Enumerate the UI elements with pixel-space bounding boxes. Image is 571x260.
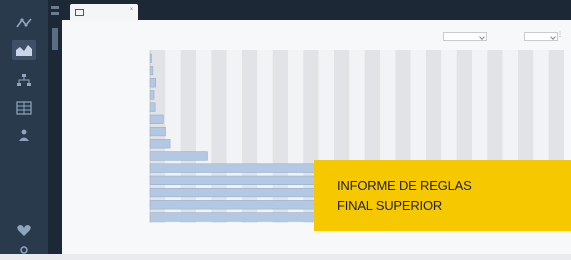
panel-vertical-label [52,28,58,50]
bar[interactable] [149,200,338,210]
left-nav-rail [0,0,48,254]
bar[interactable] [149,151,208,161]
bar[interactable] [149,139,171,149]
bar[interactable] [149,187,335,198]
settings-icon-glyph [20,246,28,254]
analytics-icon-glyph [16,45,32,56]
bar[interactable] [149,90,155,100]
heart-icon[interactable] [12,220,36,240]
settings-icon[interactable] [12,240,36,260]
heart-icon-glyph [17,225,31,236]
network-icon-glyph [16,18,32,28]
bar[interactable] [149,163,329,173]
promo-title-line1: INFORME DE REGLAS [337,178,472,193]
bar[interactable] [149,126,166,137]
panel-toggle[interactable] [51,6,59,9]
report-icon [75,8,84,16]
secondary-panel [48,0,62,254]
promo-overlay: INFORME DE REGLAS FINAL SUPERIOR [314,160,571,231]
bar[interactable] [149,175,332,185]
network-icon[interactable] [12,13,36,33]
bar[interactable] [149,114,164,124]
grid-icon-glyph [16,101,32,115]
user-network-icon[interactable] [12,125,36,145]
bar[interactable] [149,65,154,76]
promo-title-line2: FINAL SUPERIOR [337,198,443,213]
bar[interactable] [149,78,156,88]
tab-top-rule-report[interactable]: × [70,4,138,20]
panel-item[interactable] [51,12,59,15]
user-network-icon-glyph [19,129,29,141]
tab-strip: × [62,0,571,20]
close-icon[interactable]: × [128,7,135,14]
bar[interactable] [149,102,156,112]
analytics-icon[interactable] [12,40,36,60]
hierarchy-icon[interactable] [12,70,36,90]
grid-icon[interactable] [12,98,36,118]
hierarchy-icon-glyph [17,74,31,86]
